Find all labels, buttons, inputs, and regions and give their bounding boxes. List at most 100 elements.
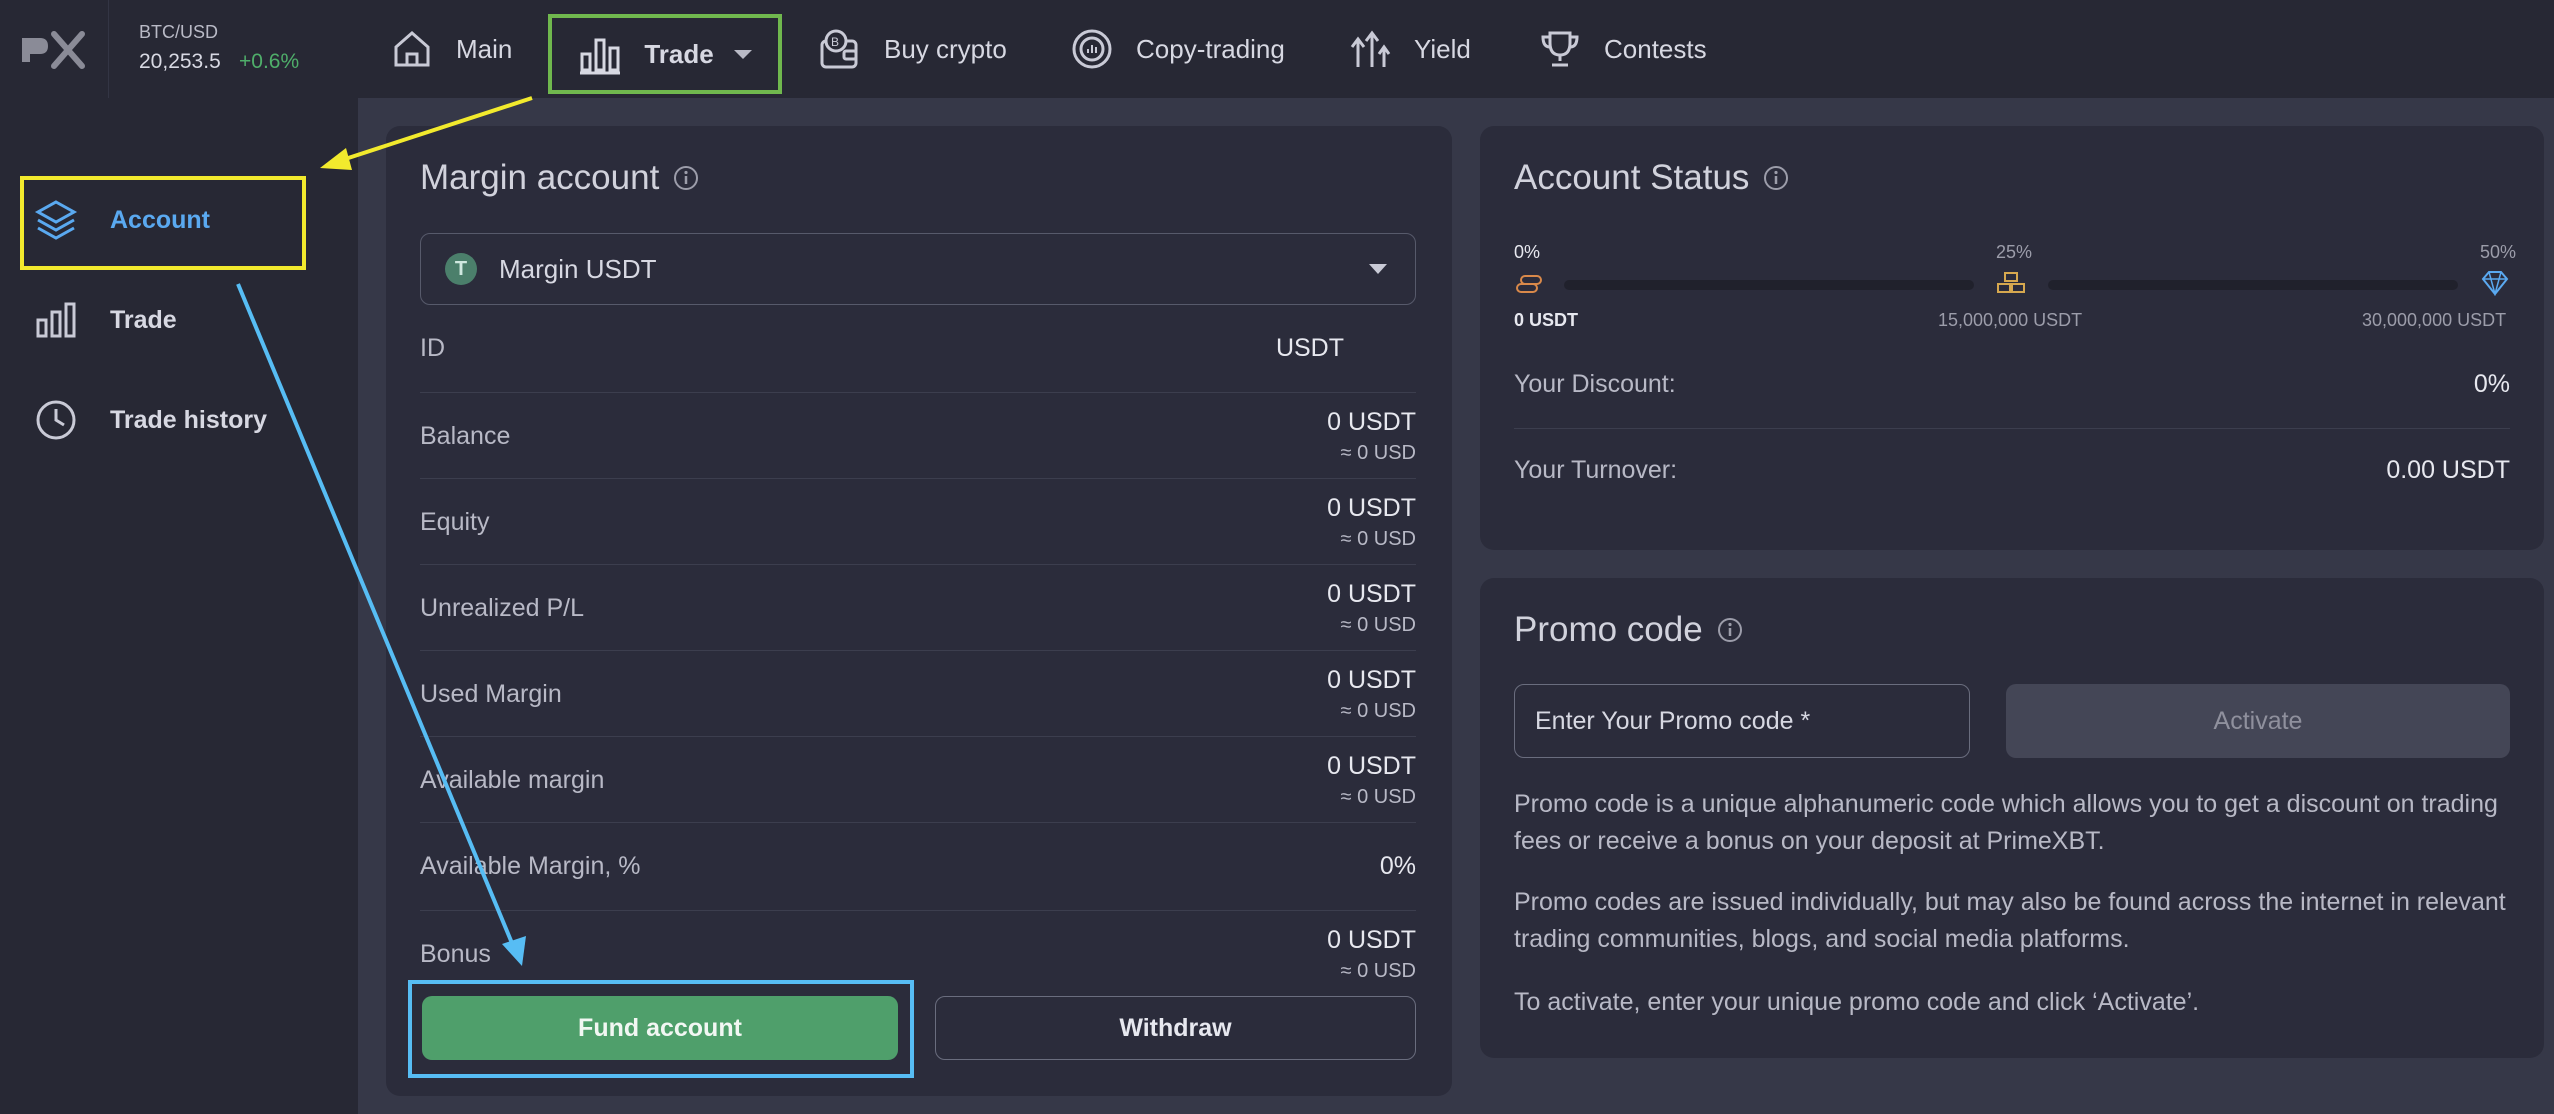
ticker-price: 20,253.5	[139, 50, 221, 73]
row-label: Unrealized P/L	[420, 594, 584, 622]
info-icon[interactable]	[673, 165, 699, 191]
row-subvalue: ≈ 0 USD	[1340, 528, 1416, 550]
promo-code-input[interactable]: Enter Your Promo code *	[1514, 684, 1970, 758]
sidebar-item-label: Trade	[110, 305, 177, 334]
row-label: Available margin	[420, 766, 605, 794]
row-subvalue: ≈ 0 USD	[1340, 614, 1416, 636]
row-value: 0%	[1379, 852, 1416, 880]
nav-yield-label: Yield	[1414, 33, 1471, 64]
nav-trade[interactable]: Trade	[548, 14, 782, 94]
bar-chart-icon	[36, 302, 76, 338]
sidebar-item-trade[interactable]: Trade	[0, 270, 358, 370]
copy-trading-icon	[1072, 29, 1112, 69]
turnover-value: 0.00 USDT	[2386, 456, 2510, 484]
progress-bar-level-1	[1564, 280, 1974, 290]
chevron-down-icon	[1369, 264, 1387, 274]
row-value: 0 USDT	[1327, 408, 1416, 436]
row-label: Used Margin	[420, 680, 562, 708]
level-pct: 25%	[1996, 242, 2033, 262]
promo-paragraph: Promo codes are issued individually, but…	[1514, 888, 2506, 953]
row-subvalue: ≈ 0 USD	[1340, 960, 1416, 982]
promo-code-title: Promo code	[1514, 610, 1743, 650]
sidebar-item-label: Trade history	[110, 405, 267, 434]
wallet-bitcoin-icon: B	[820, 29, 858, 69]
info-icon[interactable]	[1763, 165, 1789, 191]
sidebar-item-trade-history[interactable]: Trade history	[0, 370, 358, 470]
activate-button[interactable]: Activate	[2006, 684, 2510, 758]
nav-buy-crypto[interactable]: B Buy crypto	[818, 0, 1007, 98]
level-pct: 0%	[1514, 242, 1541, 262]
primexbt-logo[interactable]	[18, 24, 88, 74]
chevron-down-icon	[733, 49, 752, 59]
nav-buy-crypto-label: Buy crypto	[884, 33, 1007, 64]
account-select[interactable]: T Margin USDT	[420, 233, 1416, 305]
account-status-title-text: Account Status	[1514, 158, 1750, 197]
nav-trade-label: Trade	[644, 38, 714, 69]
yield-arrows-icon	[1350, 30, 1391, 67]
margin-account-title-text: Margin account	[420, 158, 660, 197]
ticker[interactable]: BTC/USD 20,253.5 +0.6%	[108, 0, 299, 98]
row-value: 0 USDT	[1327, 926, 1416, 954]
table-row: Available margin 0 USDT ≈ 0 USD	[420, 736, 1416, 823]
table-row: Bonus 0 USDT ≈ 0 USD	[420, 910, 1416, 986]
level-amount: 15,000,000 USDT	[1938, 310, 2083, 330]
nav-copy-trading[interactable]: Copy-trading	[1070, 0, 1285, 98]
account-select-value: Margin USDT	[499, 253, 657, 284]
annotation-highlight-account	[20, 176, 306, 270]
level-pct: 50%	[2480, 242, 2517, 262]
coins-icon	[1516, 275, 1542, 293]
row-subvalue: ≈ 0 USD	[1340, 786, 1416, 808]
row-subvalue: ≈ 0 USD	[1340, 700, 1416, 722]
row-value: 0 USDT	[1327, 494, 1416, 522]
promo-code-title-text: Promo code	[1514, 610, 1703, 649]
row-value: 0 USDT	[1327, 666, 1416, 694]
diamond-icon	[2481, 271, 2509, 296]
row-value: USDT	[1275, 334, 1344, 362]
row-label: Bonus	[420, 940, 491, 968]
discount-row: Your Discount: 0%	[1514, 370, 2510, 429]
row-value: 0 USDT	[1327, 580, 1416, 608]
table-row: Balance 0 USDT ≈ 0 USD	[420, 392, 1416, 479]
home-icon	[394, 31, 430, 67]
table-row: ID USDT	[420, 318, 1416, 393]
gold-bars-icon	[1997, 272, 2025, 293]
row-subvalue: ≈ 0 USD	[1340, 442, 1416, 464]
promo-code-placeholder: Enter Your Promo code *	[1535, 706, 1811, 735]
promo-paragraph: To activate, enter your unique promo cod…	[1514, 988, 2200, 1016]
nav-yield[interactable]: Yield	[1348, 0, 1471, 98]
nav-contests-label: Contests	[1604, 33, 1707, 64]
nav-main[interactable]: Main	[390, 0, 512, 98]
table-row: Equity 0 USDT ≈ 0 USD	[420, 478, 1416, 565]
row-label: Available Margin, %	[420, 852, 641, 880]
table-row: Available Margin, % 0%	[420, 822, 1416, 911]
progress-bar-level-2	[2048, 280, 2458, 290]
row-label: Balance	[420, 422, 511, 450]
nav-main-label: Main	[456, 33, 513, 64]
row-label: ID	[420, 334, 445, 362]
clock-icon	[36, 400, 76, 440]
turnover-label: Your Turnover:	[1514, 456, 1678, 484]
withdraw-button[interactable]: Withdraw	[935, 996, 1416, 1060]
table-row: Unrealized P/L 0 USDT ≈ 0 USD	[420, 564, 1416, 651]
info-icon[interactable]	[1717, 617, 1743, 643]
promo-paragraph: Promo code is a unique alphanumeric code…	[1514, 790, 2498, 855]
nav-copy-trading-label: Copy-trading	[1136, 33, 1285, 64]
annotation-highlight-fund	[408, 980, 914, 1078]
bar-chart-icon	[580, 38, 621, 75]
level-amount: 0 USDT	[1514, 310, 1579, 330]
tether-icon: T	[445, 253, 477, 285]
row-value: 0 USDT	[1327, 752, 1416, 780]
ticker-pair: BTC/USD	[139, 22, 219, 42]
svg-text:B: B	[831, 35, 839, 49]
table-row: Used Margin 0 USDT ≈ 0 USD	[420, 650, 1416, 737]
row-label: Equity	[420, 508, 490, 536]
top-bar: BTC/USD 20,253.5 +0.6% Main Trade B Buy …	[0, 0, 2554, 98]
nav-contests[interactable]: Contests	[1538, 0, 1707, 98]
trophy-icon	[1541, 31, 1579, 67]
discount-value: 0%	[2473, 370, 2510, 398]
turnover-row: Your Turnover: 0.00 USDT	[1514, 456, 2510, 496]
margin-account-title: Margin account	[420, 158, 699, 198]
level-amount: 30,000,000 USDT	[2362, 310, 2507, 330]
discount-label: Your Discount:	[1514, 370, 1676, 398]
account-status-title: Account Status	[1514, 158, 1789, 198]
